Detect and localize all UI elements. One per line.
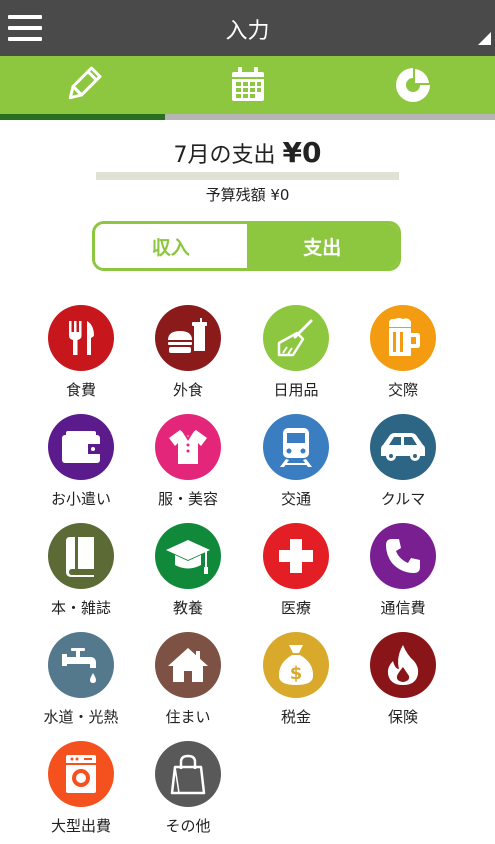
burger-drink-icon [168,318,207,353]
category-insurance-circle [370,632,436,698]
category-label: 交際 [387,381,418,399]
category-medical[interactable]: 医療 [241,523,351,623]
income-expense-toggle: 収入 支出 [92,221,401,271]
wallet-icon [62,431,100,463]
category-label: 日用品 [273,381,319,399]
pencil-icon [68,66,101,100]
category-label: その他 [165,817,211,835]
category-label: 医療 [280,599,311,617]
category-communication[interactable]: 通信費 [348,523,458,623]
phone-icon [386,539,420,573]
category-other-circle [155,741,221,807]
category-daily-goods[interactable]: 日用品 [241,305,351,405]
category-allowance[interactable]: お小遣い [26,414,136,514]
category-housing[interactable]: 住まい [133,632,243,732]
tab-bar [0,56,495,114]
category-transport-circle [263,414,329,480]
tab-input[interactable] [0,56,165,114]
category-other[interactable]: その他 [133,741,243,841]
category-communication-circle [370,523,436,589]
monthly-expense-summary: 7月の支出 ¥0 [0,136,495,169]
category-label: 通信費 [380,599,426,617]
page-title: 入力 [225,19,270,44]
graduation-cap-icon [166,540,210,574]
category-social-circle [370,305,436,371]
category-clothing-beauty[interactable]: 服・美容 [133,414,243,514]
category-tax[interactable]: $ 税金 [241,632,351,732]
category-label: 本・雑誌 [50,599,111,617]
book-icon [66,537,94,577]
car-icon [381,433,425,461]
category-label: 税金 [280,708,311,726]
category-social[interactable]: 交際 [348,305,458,405]
category-car-circle [370,414,436,480]
expense-toggle-button[interactable]: 支出 [246,224,398,268]
category-large-expense-circle [48,741,114,807]
category-large-expense[interactable]: 大型出費 [26,741,136,841]
category-label: 外食 [172,381,203,399]
category-medical-circle [263,523,329,589]
category-daily-goods-circle [263,305,329,371]
category-label: クルマ [380,490,426,508]
category-books-magazines-circle [48,523,114,589]
broom-icon [277,319,313,357]
category-books-magazines[interactable]: 本・雑誌 [26,523,136,623]
category-education[interactable]: 教養 [133,523,243,623]
house-icon [168,648,208,682]
fork-knife-icon [69,321,94,355]
category-utilities-circle [48,632,114,698]
category-label: 大型出費 [50,817,111,835]
category-allowance-circle [48,414,114,480]
active-tab-indicator [0,114,165,120]
category-transport[interactable]: 交通 [241,414,351,514]
category-utilities[interactable]: 水道・光熱 [26,632,136,732]
train-icon [280,428,312,467]
tab-indicator [0,114,495,120]
calendar-icon [231,67,264,101]
category-insurance[interactable]: 保険 [348,632,458,732]
category-label: 住まい [165,708,211,726]
income-toggle-button[interactable]: 収入 [95,224,247,268]
expense-amount: ¥0 [282,136,322,169]
category-clothing-beauty-circle [155,414,221,480]
money-bag-icon: $ [278,645,314,685]
category-label: 保険 [387,708,418,726]
shopping-bag-icon [170,754,206,795]
category-label: 水道・光熱 [43,708,119,726]
category-label: お小遣い [50,490,111,508]
category-tax-circle: $ [263,632,329,698]
beer-mug-icon [389,318,420,356]
category-dining-out-circle [155,305,221,371]
category-dining-out[interactable]: 外食 [133,305,243,405]
svg-text:$: $ [290,663,303,684]
category-label: 教養 [172,599,203,617]
budget-progress-bar [96,172,399,180]
tab-report[interactable] [330,56,495,114]
summary-title: 7月の支出 [173,143,276,168]
category-food[interactable]: 食費 [26,305,136,405]
pie-chart-icon [395,67,431,102]
shirt-icon [169,430,207,464]
category-label: 交通 [280,490,311,508]
washing-machine-icon [66,755,96,793]
category-label: 服・美容 [157,490,218,508]
corner-triangle-icon [478,32,491,45]
title-bar: 入力 [0,0,495,56]
medical-cross-icon [279,539,313,573]
faucet-icon [62,648,96,683]
tab-calendar[interactable] [165,56,330,114]
category-label: 食費 [65,381,96,399]
budget-remaining: 予算残額 ¥0 [205,186,290,204]
category-housing-circle [155,632,221,698]
flame-icon [387,645,419,685]
category-education-circle [155,523,221,589]
category-food-circle [48,305,114,371]
category-car[interactable]: クルマ [348,414,458,514]
